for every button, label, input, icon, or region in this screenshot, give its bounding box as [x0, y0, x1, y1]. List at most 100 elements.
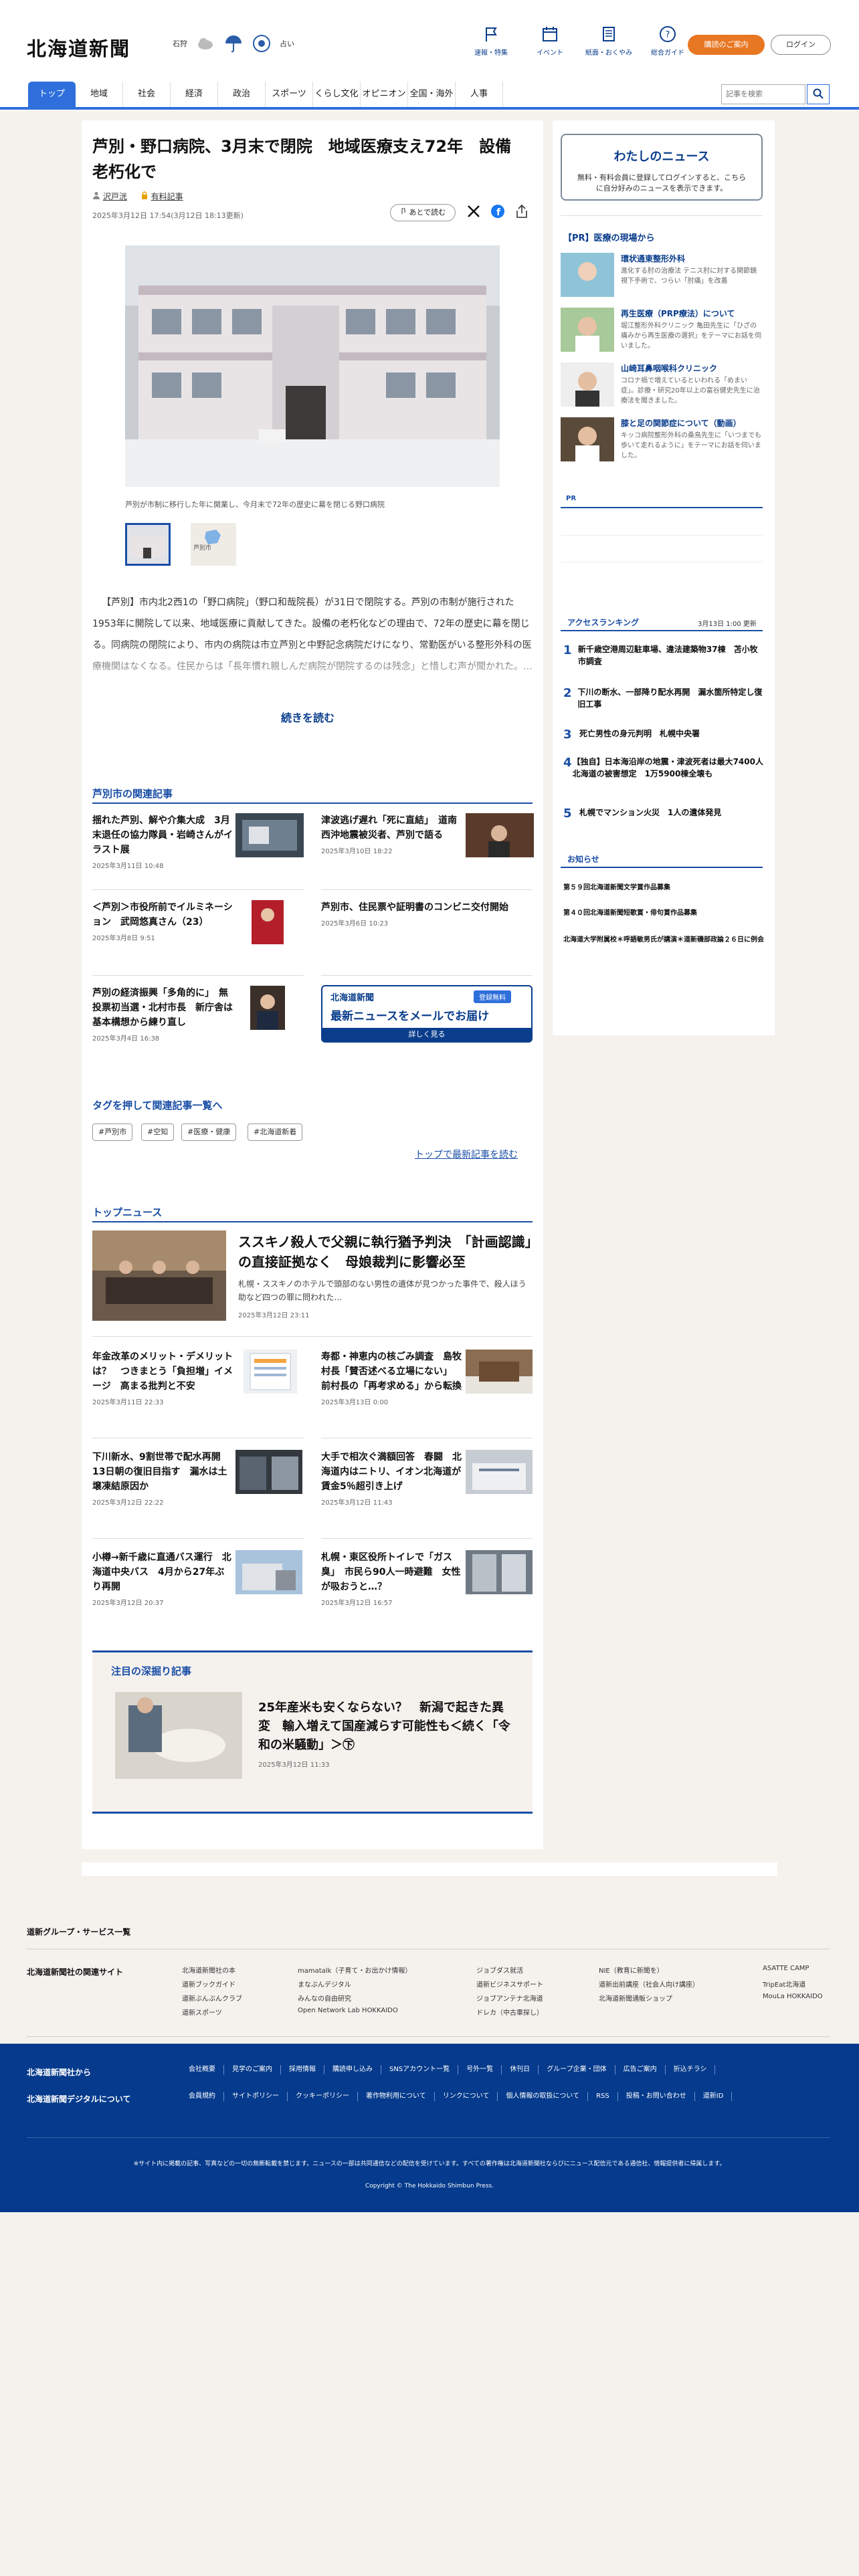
footer-link[interactable]: 採用情報 — [281, 2065, 324, 2074]
footer-link[interactable]: 折込チラシ — [666, 2065, 716, 2074]
read-more-link[interactable]: 続きを読む — [281, 709, 335, 725]
related-site-link[interactable]: TripEat北海道 — [763, 1979, 805, 1989]
top-news-item[interactable]: 年金改革のメリット・デメリットは？ つきまとう「負担増」イメージ 高まる批判と不… — [92, 1350, 308, 1406]
footer-link[interactable]: 会社概要 — [181, 2065, 224, 2074]
login-button[interactable]: ログイン — [771, 35, 831, 55]
footer-link[interactable]: 個人情報の取扱について — [498, 2092, 589, 2101]
pr-item[interactable]: 山崎耳鼻咽喉科クリニック コロナ禍で増えているといわれる「めまい症」。診療・研究… — [561, 362, 763, 413]
related-site-link[interactable]: mamatalk（子育て・お出かけ情報） — [298, 1965, 411, 1975]
footer-link[interactable]: 休刊日 — [502, 2065, 539, 2074]
nav-item-top[interactable]: トップ — [28, 82, 76, 107]
related-site-link[interactable]: ASATTE CAMP — [763, 1965, 809, 1972]
my-news-box[interactable]: わたしのニュース 無料・有料会員に登録してログインすると、こちらに自分好みのニュ… — [561, 134, 763, 201]
footer-link[interactable]: 広告ご案内 — [615, 2065, 666, 2074]
divider — [321, 1538, 533, 1539]
footer-link[interactable]: グループ企業・団体 — [539, 2065, 615, 2074]
footer-link[interactable]: 会員規約 — [181, 2092, 224, 2101]
related-article[interactable]: ＜芦別＞市役所前でイルミネーション 武岡悠真さん（23） 2025年3月8日 9… — [92, 900, 308, 944]
pr-item[interactable]: 再生医療（PRP療法）について 堀江整形外科クリニック 亀田先生に「ひざの痛みか… — [561, 308, 763, 358]
related-article[interactable]: 揺れた芦別、解や介集大成 3月末退任の協力隊員・岩崎さんがイラスト展 2025年… — [92, 813, 308, 870]
nav-item-personnel[interactable]: 人事 — [456, 82, 503, 107]
ranking-item[interactable]: 3 死亡男性の身元判明 札幌中央署 — [563, 728, 764, 742]
related-site-link[interactable]: 北海道新聞通販ショップ — [599, 1993, 672, 2003]
article-photo[interactable] — [125, 245, 500, 487]
footer-link[interactable]: リンクについて — [435, 2092, 498, 2101]
ranking-heading[interactable]: アクセスランキング — [567, 617, 639, 628]
weather-widget[interactable]: 石狩 占い — [173, 33, 294, 53]
tag-ashibetsu[interactable]: #芦別市 — [92, 1123, 133, 1141]
nav-item-economy[interactable]: 経済 — [171, 82, 218, 107]
related-site-link[interactable]: 道新スポーツ — [182, 2007, 222, 2017]
related-site-link[interactable]: NIE（教育に新聞を） — [599, 1965, 664, 1975]
nav-item-region[interactable]: 地域 — [76, 82, 123, 107]
ranking-item[interactable]: 5 札幌でマンション火災 1人の遺体発見 — [563, 807, 764, 821]
top-news-item[interactable]: 大手で相次ぐ満額回答 春闘 北海道内はニトリ、イオン北海道が賃金5％超引き上げ … — [321, 1450, 537, 1507]
events-link[interactable]: イベント — [520, 25, 579, 57]
nav-item-opinion[interactable]: オピニオン — [361, 82, 408, 107]
related-article[interactable]: 芦別の経済振興「多角的に」 無投票初当選・北村市長 新庁舎は基本構想から練り直し… — [92, 986, 308, 1043]
ranking-item[interactable]: 4 【独自】日本海沿岸の地震・津波死者は最大7400人 北海道の被害想定 1万59… — [563, 756, 771, 780]
footer-link[interactable]: 道新ID — [695, 2092, 733, 2101]
footer-link[interactable]: 号外一覧 — [458, 2065, 502, 2074]
tag-sorachi[interactable]: #空知 — [141, 1123, 175, 1141]
x-share-icon[interactable] — [466, 204, 481, 219]
footer-link[interactable]: 投稿・お問い合わせ — [618, 2092, 695, 2101]
related-site-link[interactable]: 北海道新聞社の本 — [182, 1965, 235, 1975]
related-site-link[interactable]: ジョブダス就活 — [476, 1965, 523, 1975]
site-logo[interactable]: 北海道新聞 — [27, 33, 130, 62]
search-button[interactable] — [807, 84, 830, 104]
related-site-link[interactable]: みんなの自由研究 — [298, 1993, 351, 2003]
subscribe-button[interactable]: 購読のご案内 — [688, 35, 765, 55]
save-for-later-button[interactable]: あとで読む — [390, 204, 456, 221]
nav-item-world[interactable]: 全国・海外 — [408, 82, 456, 107]
photo-thumb-1[interactable] — [125, 523, 171, 566]
footer-link[interactable]: クッキーポリシー — [288, 2092, 358, 2101]
notice-item[interactable]: 北海道大学附属校＊呼語敏男氏が講演＊道新磯部政論２６日に例会 — [563, 935, 764, 946]
photo-thumb-map[interactable]: 芦別市 — [191, 523, 236, 566]
nav-item-culture[interactable]: くらし文化 — [313, 82, 361, 107]
top-news-item[interactable]: 小樽→新千歳に直通バス運行 北海道中央バス 4月から27年ぶり再開 2025年3… — [92, 1550, 308, 1607]
notice-item[interactable]: 第４０回北海道新聞短歌賞・俳句賞作品募集 — [563, 908, 764, 919]
paper-link[interactable]: 紙面・おくやみ — [579, 25, 638, 57]
footer-link[interactable]: 購読申し込み — [324, 2065, 381, 2074]
group-services-link[interactable]: 道新グループ・サービス一覧 — [27, 1926, 130, 1937]
related-site-link[interactable]: ドレカ（中古車探し） — [476, 2007, 543, 2017]
related-site-link[interactable]: 道新出前講座（社会人向け講座） — [599, 1979, 699, 1989]
related-site-link[interactable]: 道新ビジネスサポート — [476, 1979, 543, 1989]
top-news-item[interactable]: 寿都・神恵内の核ごみ調査 島牧村長「賛否述べる立場にない」 前村長の「再考求める… — [321, 1350, 537, 1406]
nav-item-politics[interactable]: 政治 — [218, 82, 266, 107]
tag-hokkaido-news[interactable]: #北海道新着 — [248, 1123, 303, 1141]
footer-link[interactable]: RSS — [588, 2092, 618, 2101]
related-site-link[interactable]: 道新ぶんぶんクラブ — [182, 1993, 242, 2003]
notice-item[interactable]: 第５９回北海道新聞文学賞作品募集 — [563, 883, 764, 893]
footer-link[interactable]: 著作物利用について — [358, 2092, 435, 2101]
footer-link[interactable]: SNSアカウント一覧 — [381, 2065, 459, 2074]
pr-item[interactable]: 膝と足の関節症について（動画） キッコ病院整形外科の桑鳥先生に「いつまでも歩いて… — [561, 417, 763, 468]
nav-item-society[interactable]: 社会 — [123, 82, 171, 107]
tag-medical[interactable]: #医療・健康 — [181, 1123, 237, 1141]
related-site-link[interactable]: 道新ブックガイド — [182, 1979, 235, 1989]
related-site-link[interactable]: まなぶんデジタル — [298, 1979, 351, 1989]
related-article[interactable]: 芦別市、住民票や証明書のコンビニ交付開始 2025年3月6日 10:23 — [321, 900, 537, 928]
related-site-link[interactable]: Open Network Lab HOKKAIDO — [298, 2007, 398, 2014]
related-site-link[interactable]: MouLa HOKKAIDO — [763, 1993, 823, 2000]
nav-item-sports[interactable]: スポーツ — [266, 82, 313, 107]
newsletter-banner[interactable]: 北海道新聞 登録無料 最新ニュースをメールでお届け 詳しく見る — [321, 985, 533, 1043]
footer-link[interactable]: サイトポリシー — [224, 2092, 288, 2101]
related-article[interactable]: 津波逃げ遅れ「死に直結」 道南西沖地震被災者、芦別で語る 2025年3月10日 … — [321, 813, 537, 857]
facebook-share-icon[interactable]: f — [490, 204, 505, 219]
related-site-link[interactable]: ジョブアンテナ北海道 — [476, 1993, 543, 2003]
top-news-item[interactable]: 札幌・東区役所トイレで「ガス臭」 市民ら90人一時避難 女性が吸おうと…？ 20… — [321, 1550, 537, 1607]
share-icon[interactable] — [514, 204, 529, 219]
top-news-item[interactable]: 下川新水、9割世帯で配水再開 13日朝の復旧目指す 漏水は土壌凍結原因か 202… — [92, 1450, 308, 1507]
newsletter-title: 最新ニュースをメールでお届け — [330, 1010, 490, 1023]
footer-link[interactable]: 見学のご案内 — [224, 2065, 281, 2074]
ranking-item[interactable]: 1 新千歳空港周辺駐車場、違法建築物37棟 苫小牧市調査 — [563, 643, 764, 667]
search-input[interactable] — [721, 84, 805, 104]
latest-news-link[interactable]: トップで最新記事を読む — [415, 1148, 518, 1161]
breaking-news-link[interactable]: 速報・特集 — [462, 25, 520, 57]
pr-item[interactable]: 環状通東整形外科 進化する肘の治療法 テニス肘に対する関節鏡視下手術で、つらい「… — [561, 253, 763, 304]
notice-heading[interactable]: お知らせ — [567, 853, 599, 865]
ranking-item[interactable]: 2 下川の断水、一部降り配水再開 漏水箇所特定し復旧工事 — [563, 686, 764, 710]
author-line[interactable]: 沢戸洸 — [92, 191, 127, 202]
